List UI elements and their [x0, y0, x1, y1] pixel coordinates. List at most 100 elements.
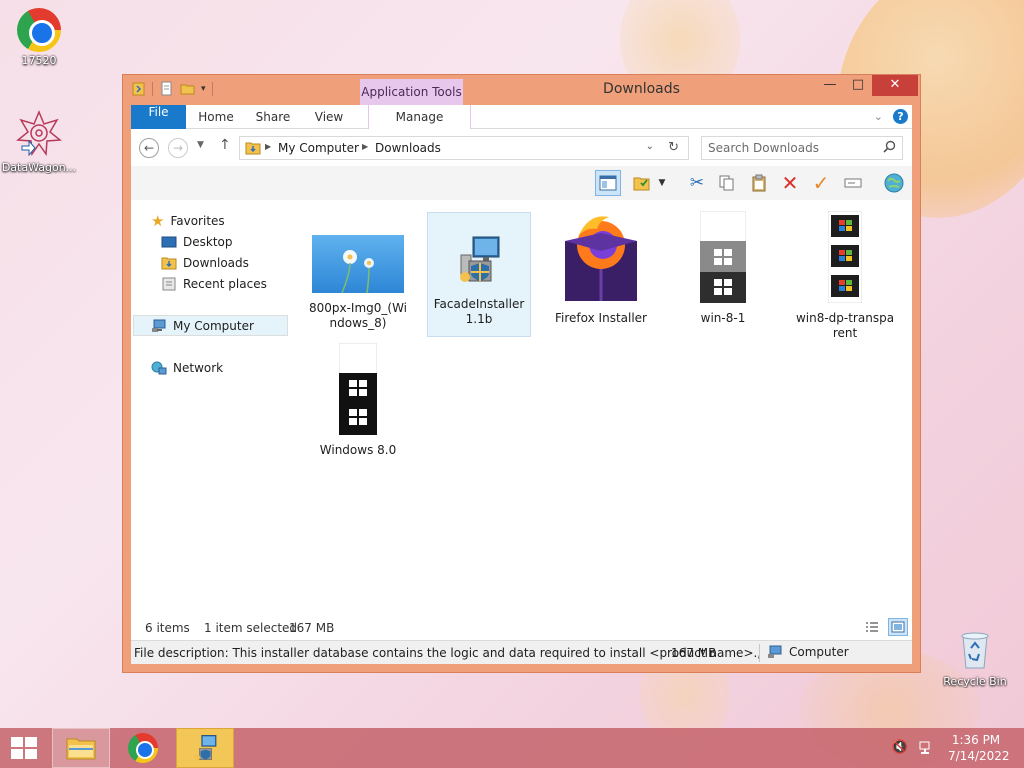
breadcrumb-separator[interactable]: ▶ [265, 142, 271, 151]
file-name: FacadeInstaller1.1b [433, 297, 525, 326]
minimize-button[interactable]: — [816, 75, 844, 96]
computer-icon [768, 645, 782, 658]
address-dropdown-icon[interactable]: ⌄ [646, 141, 654, 152]
desktop-icon-label: DataWagon... [1, 161, 77, 174]
file-item-selected[interactable]: FacadeInstaller1.1b [427, 212, 531, 337]
start-button-windows-icon[interactable] [10, 736, 38, 760]
window-title: Downloads [603, 81, 680, 97]
nav-item-desktop[interactable]: Desktop [161, 232, 233, 252]
address-bar[interactable]: ▶ My Computer ▶ Downloads ⌄ ↻ [239, 136, 689, 160]
navigation-pane: ★ Favorites Desktop Downloads Recent pla… [131, 201, 291, 634]
installer-icon [194, 735, 217, 761]
forward-button[interactable]: → [168, 138, 188, 158]
selection-count: 1 item selected [204, 621, 298, 635]
nav-item-label: Downloads [183, 256, 249, 270]
file-list: 800px-Img0_(Windows_8) FacadeInstaller1.… [294, 201, 912, 634]
preview-pane-icon [599, 175, 617, 191]
new-item-icon[interactable] [159, 81, 174, 96]
copy-button[interactable] [714, 170, 740, 196]
window-controls: — □ ✕ [816, 75, 918, 96]
toolbar-dropdown-icon[interactable]: ▼ [655, 170, 669, 196]
cut-icon[interactable]: ✂ [684, 170, 710, 196]
network-status-icon[interactable] [918, 740, 934, 756]
volume-muted-icon[interactable]: 🔇 [892, 740, 908, 756]
file-explorer-icon [66, 738, 96, 760]
search-icon[interactable] [883, 140, 896, 153]
breadcrumb-downloads[interactable]: Downloads [375, 141, 441, 155]
network-icon [151, 361, 167, 375]
taskbar-file-explorer[interactable] [52, 728, 110, 768]
qat-customize-icon[interactable]: ▾ [201, 84, 206, 94]
file-item[interactable]: 800px-Img0_(Windows_8) [306, 235, 410, 331]
recycle-bin-icon [961, 632, 989, 669]
taskbar-installer[interactable] [176, 728, 234, 768]
location-info: Computer [767, 645, 849, 659]
refresh-icon[interactable]: ↻ [668, 140, 679, 155]
taskbar-chrome[interactable] [114, 728, 172, 768]
tab-manage[interactable]: Manage [368, 105, 471, 129]
tab-home[interactable]: Home [191, 105, 241, 129]
delete-icon[interactable]: ✕ [777, 170, 803, 196]
ribbon-right-controls: ⌄ ? [874, 109, 908, 124]
details-view-button[interactable] [862, 618, 882, 636]
checkmark-icon[interactable]: ✓ [808, 170, 834, 196]
new-folder-icon[interactable] [180, 81, 195, 96]
large-icons-view-button[interactable] [888, 618, 908, 636]
explorer-window: ▾ Application Tools Downloads — □ ✕ File… [122, 74, 921, 673]
breadcrumb-my-computer[interactable]: My Computer [278, 141, 359, 155]
recent-locations-dropdown[interactable]: ▼ [197, 140, 204, 150]
image-thumbnail-icon [699, 210, 747, 304]
tab-view[interactable]: View [307, 105, 351, 129]
desktop-icon-label: Recycle Bin [943, 675, 1007, 688]
contextual-tab-group-label: Application Tools [360, 79, 463, 105]
breadcrumb-separator[interactable]: ▶ [362, 142, 368, 151]
preview-pane-button[interactable] [595, 170, 621, 196]
desktop-icon-datawagon[interactable]: DataWagon... [1, 110, 77, 174]
desktop-icon-label: 17520 [21, 54, 57, 67]
up-button[interactable]: ↑ [219, 137, 231, 153]
details-bar: File description: This installer databas… [131, 640, 912, 664]
title-bar[interactable]: ▾ Application Tools Downloads — □ ✕ [123, 75, 920, 105]
taskbar: 🔇 1:36 PM 7/14/2022 [0, 728, 1024, 768]
chrome-icon [128, 733, 158, 763]
rename-icon [844, 178, 862, 188]
search-box[interactable] [701, 136, 903, 160]
file-item[interactable]: Windows 8.0 [306, 342, 410, 458]
status-bar: 6 items 1 item selected 167 MB [131, 616, 912, 640]
properties-icon[interactable] [131, 81, 146, 96]
close-button[interactable]: ✕ [872, 75, 918, 96]
file-item[interactable]: Firefox Installer [549, 211, 653, 326]
properties-button[interactable] [629, 170, 655, 196]
nav-item-label: My Computer [173, 319, 254, 333]
details-separator [759, 644, 760, 662]
image-thumbnail-icon [827, 210, 863, 304]
image-thumbnail-icon [312, 235, 404, 294]
nav-item-my-computer[interactable]: My Computer [151, 316, 254, 336]
tab-file[interactable]: File [131, 105, 186, 129]
maximize-button[interactable]: □ [844, 75, 872, 96]
nav-item-label: Favorites [170, 214, 225, 228]
nav-item-recent-places[interactable]: Recent places [161, 274, 267, 294]
globe-button[interactable] [881, 170, 907, 196]
file-size: 167 MB [671, 646, 717, 660]
tab-share[interactable]: Share [251, 105, 295, 129]
nav-item-favorites[interactable]: ★ Favorites [151, 211, 225, 231]
paste-button[interactable] [746, 170, 772, 196]
desktop-icon-recycle-bin[interactable]: Recycle Bin [937, 630, 1013, 688]
taskbar-clock[interactable]: 1:36 PM 7/14/2022 [948, 732, 1010, 764]
system-tray: 🔇 [892, 740, 934, 756]
desktop-icon-chrome[interactable]: 17520 [1, 8, 77, 67]
chrome-icon [17, 8, 61, 52]
back-button[interactable]: ← [139, 138, 159, 158]
search-input[interactable] [708, 140, 878, 156]
navigation-bar: ← → ▼ ↑ ▶ My Computer ▶ Downloads ⌄ ↻ [131, 130, 912, 164]
file-item[interactable]: win-8-1 [671, 210, 775, 326]
paste-icon [752, 174, 766, 192]
nav-item-downloads[interactable]: Downloads [161, 253, 249, 273]
rename-button[interactable] [840, 170, 866, 196]
help-icon[interactable]: ? [893, 109, 908, 124]
file-item[interactable]: win8-dp-transparent [793, 210, 897, 341]
nav-item-network[interactable]: Network [151, 358, 223, 378]
expand-ribbon-icon[interactable]: ⌄ [874, 110, 883, 123]
folder-check-icon [633, 177, 650, 191]
